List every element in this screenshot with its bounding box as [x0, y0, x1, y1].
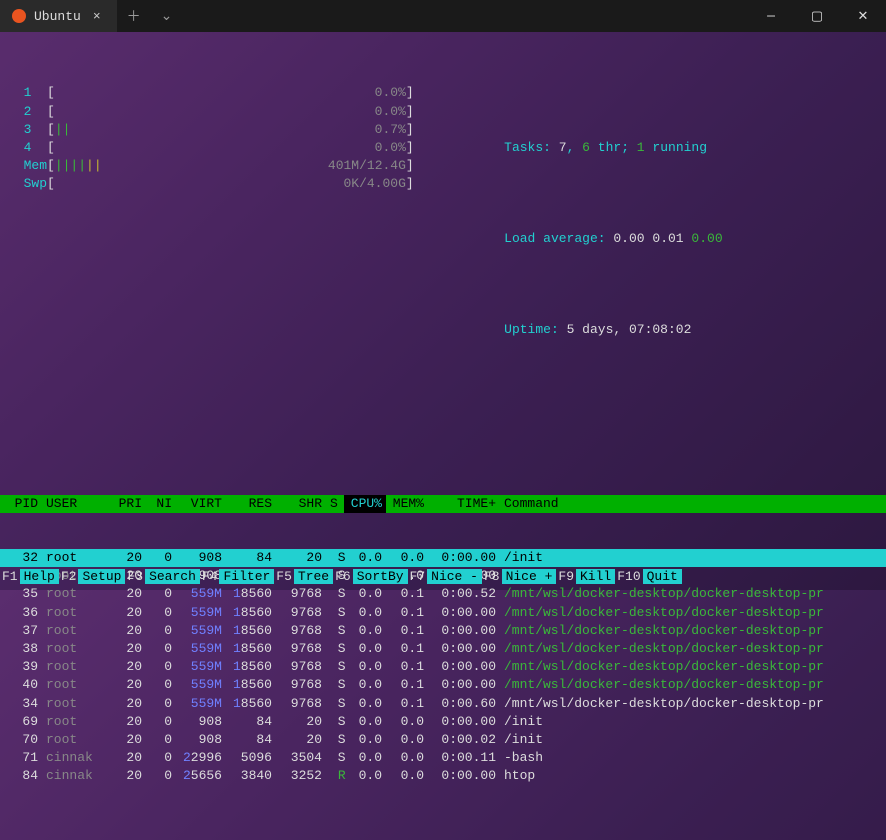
cpu-meters: 1 [ 0.0%] 2 [ 0.0%] 3 [|| 0.7%] 4 [ — [8, 84, 414, 393]
threads-count: 6 — [582, 140, 590, 155]
fkey-f4[interactable]: F4 — [200, 569, 220, 584]
fkey-label-f8[interactable]: Nice + — [502, 569, 557, 584]
minimize-button[interactable]: ─ — [748, 0, 794, 32]
cpu-meter-id: 4 — [8, 140, 47, 155]
fkey-f9[interactable]: F9 — [556, 569, 576, 584]
fkey-label-f3[interactable]: Search — [145, 569, 200, 584]
process-row[interactable]: 34root200559M185609768 S0.00.10:00.60/mn… — [0, 695, 886, 713]
process-row[interactable]: 32root2009088420 S0.00.00:00.00/init — [0, 549, 886, 567]
col-res[interactable]: RES — [226, 495, 276, 513]
fkey-label-f1[interactable]: Help — [20, 569, 59, 584]
fkey-f2[interactable]: F2 — [59, 569, 79, 584]
process-row[interactable]: 40root200559M185609768 S0.00.10:00.00/mn… — [0, 676, 886, 694]
process-row[interactable]: 37root200559M185609768 S0.00.10:00.00/mn… — [0, 622, 886, 640]
col-user[interactable]: USER — [42, 495, 106, 513]
window-titlebar: Ubuntu × ＋ ⌄ ─ ▢ ✕ — [0, 0, 886, 32]
process-table: PID USER PRI NI VIRT RES SHR S CPU% MEM%… — [0, 458, 886, 822]
process-row[interactable]: 84cinnak2002565638403252 R0.00.00:00.00h… — [0, 767, 886, 785]
tasks-count: 7 — [559, 140, 567, 155]
fkey-label-f9[interactable]: Kill — [576, 569, 615, 584]
tab-dropdown-button[interactable]: ⌄ — [151, 8, 183, 25]
col-pid[interactable]: PID — [0, 495, 42, 513]
running-count: 1 — [637, 140, 645, 155]
process-row[interactable]: 36root200559M185609768 S0.00.10:00.00/mn… — [0, 604, 886, 622]
fkey-f8[interactable]: F8 — [482, 569, 502, 584]
load-3: 0.00 — [691, 231, 722, 246]
cpu-meter-value: 0.0% — [55, 104, 406, 119]
col-time[interactable]: TIME+ — [428, 495, 500, 513]
load-1: 0.00 — [613, 231, 644, 246]
tasks-label: Tasks: — [504, 140, 559, 155]
swp-label: Swp — [8, 176, 47, 191]
col-cpu[interactable]: CPU% — [344, 495, 386, 513]
load-2: 0.01 — [652, 231, 683, 246]
swp-value: 0K/4.00G — [55, 176, 406, 191]
new-tab-button[interactable]: ＋ — [117, 6, 151, 26]
tab-strip: Ubuntu × ＋ ⌄ — [0, 0, 182, 32]
cpu-meter-bar: || — [55, 122, 71, 137]
cpu-meter-id: 3 — [8, 122, 47, 137]
fkey-f3[interactable]: F3 — [125, 569, 145, 584]
maximize-button[interactable]: ▢ — [794, 0, 840, 32]
fkey-label-f10[interactable]: Quit — [643, 569, 682, 584]
fkey-label-f6[interactable]: SortBy — [353, 569, 408, 584]
fkey-f6[interactable]: F6 — [333, 569, 353, 584]
cpu-meter-value: 0.7% — [70, 122, 405, 137]
cpu-meter-id: 2 — [8, 104, 47, 119]
process-row[interactable]: 39root200559M185609768 S0.00.10:00.00/mn… — [0, 658, 886, 676]
process-row[interactable]: 69root2009088420 S0.00.00:00.00/init — [0, 713, 886, 731]
fkey-f10[interactable]: F10 — [615, 569, 642, 584]
mem-label: Mem — [8, 158, 47, 173]
col-virt[interactable]: VIRT — [176, 495, 226, 513]
col-shr[interactable]: SHR — [276, 495, 326, 513]
fkey-label-f4[interactable]: Filter — [219, 569, 274, 584]
col-mem[interactable]: MEM% — [386, 495, 428, 513]
cpu-meter-value: 0.0% — [55, 85, 406, 100]
col-ni[interactable]: NI — [146, 495, 176, 513]
function-key-bar: F1Help F2Setup F3SearchF4FilterF5Tree F6… — [0, 569, 682, 584]
uptime-value: 5 days, 07:08:02 — [567, 322, 692, 337]
ubuntu-icon — [12, 9, 26, 23]
uptime-label: Uptime: — [504, 322, 566, 337]
tab-ubuntu[interactable]: Ubuntu × — [0, 0, 117, 32]
process-row[interactable]: 70root2009088420 S0.00.00:00.02/init — [0, 731, 886, 749]
tab-title: Ubuntu — [34, 9, 81, 24]
mem-value: 401M/12.4G — [102, 158, 406, 173]
terminal-output[interactable]: 1 [ 0.0%] 2 [ 0.0%] 3 [|| 0.7%] 4 [ — [0, 32, 886, 840]
col-pri[interactable]: PRI — [106, 495, 146, 513]
close-button[interactable]: ✕ — [840, 0, 886, 32]
fkey-f7[interactable]: F7 — [408, 569, 428, 584]
fkey-label-f7[interactable]: Nice - — [427, 569, 482, 584]
process-row[interactable]: 35root200559M185609768 S0.00.10:00.52/mn… — [0, 585, 886, 603]
col-cmd[interactable]: Command — [500, 495, 886, 513]
mem-bar-yellow: || — [86, 158, 102, 173]
fkey-label-f2[interactable]: Setup — [78, 569, 125, 584]
process-row[interactable]: 38root200559M185609768 S0.00.10:00.00/mn… — [0, 640, 886, 658]
cpu-meter-id: 1 — [8, 85, 47, 100]
summary-panel: Tasks: 7, 6 thr; 1 running Load average:… — [442, 84, 723, 393]
process-table-header[interactable]: PID USER PRI NI VIRT RES SHR S CPU% MEM%… — [0, 495, 886, 513]
window-controls: ─ ▢ ✕ — [748, 0, 886, 32]
fkey-label-f5[interactable]: Tree — [294, 569, 333, 584]
fkey-f1[interactable]: F1 — [0, 569, 20, 584]
process-row[interactable]: 71cinnak2002299650963504 S0.00.00:00.11-… — [0, 749, 886, 767]
load-label: Load average: — [504, 231, 613, 246]
fkey-f5[interactable]: F5 — [274, 569, 294, 584]
col-s[interactable]: S — [326, 495, 344, 513]
cpu-meter-value: 0.0% — [55, 140, 406, 155]
tab-close-button[interactable]: × — [89, 9, 105, 24]
mem-bar-green: |||| — [55, 158, 86, 173]
